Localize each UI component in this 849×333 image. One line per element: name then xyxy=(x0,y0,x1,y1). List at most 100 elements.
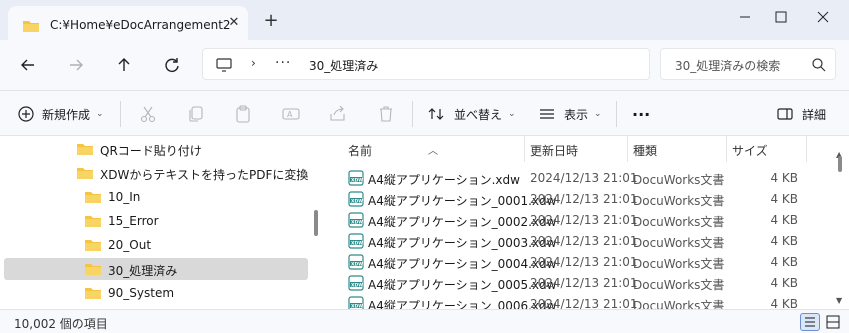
file-row[interactable]: XDW A4縦アプリケーション_0006.xdw 2024/12/13 21:01 D… xyxy=(330,294,830,309)
details-pane-icon xyxy=(777,108,793,120)
up-button[interactable] xyxy=(112,53,136,77)
toolbar-divider xyxy=(412,101,413,127)
file-size: 4 KB xyxy=(770,213,798,227)
column-divider[interactable] xyxy=(726,136,727,162)
file-date: 2024/12/13 21:01 xyxy=(530,255,638,269)
tree-item[interactable]: XDWからテキストを持ったPDFに変換 xyxy=(4,162,308,184)
svg-text:XDW: XDW xyxy=(351,198,363,204)
new-button[interactable]: 新規作成 ⌄ xyxy=(18,103,104,125)
file-date: 2024/12/13 21:01 xyxy=(530,297,638,309)
file-list-scrollbar[interactable]: ▲ ▼ xyxy=(832,136,849,309)
search-placeholder: 30_処理済みの検索 xyxy=(675,59,781,73)
file-row[interactable]: XDW A4縦アプリケーション_0005.xdw 2024/12/13 21:01 D… xyxy=(330,273,830,294)
folder-icon xyxy=(84,237,102,256)
file-size: 4 KB xyxy=(770,255,798,269)
command-bar: 新規作成 ⌄ A 並べ替え ⌄ 表示 ⌄ ··· 詳細 xyxy=(0,90,849,136)
tree-item-label: 90_System xyxy=(108,286,175,300)
tree-item-label: 15_Error xyxy=(108,214,159,228)
xdw-file-icon: XDW xyxy=(348,191,364,210)
scroll-down-icon[interactable]: ▼ xyxy=(836,296,842,305)
file-name: A4縦アプリケーション_0005.xdw xyxy=(368,278,557,292)
tiles-view-button[interactable] xyxy=(824,313,844,331)
close-window-button[interactable] xyxy=(804,6,842,28)
tree-item-label: XDWからテキストを持ったPDFに変換 xyxy=(100,168,309,182)
column-divider[interactable] xyxy=(627,136,628,162)
file-type: DocuWorks文書 xyxy=(633,299,725,309)
search-input[interactable]: 30_処理済みの検索 xyxy=(660,48,836,80)
address-bar[interactable]: › ··· 30_処理済み xyxy=(202,48,650,80)
toolbar-divider xyxy=(120,101,121,127)
tree-item[interactable]: QRコード貼り付け xyxy=(4,138,308,160)
copy-icon[interactable] xyxy=(186,104,206,124)
minimize-button[interactable] xyxy=(726,6,764,28)
sort-icon xyxy=(428,108,444,120)
file-type: DocuWorks文書 xyxy=(633,257,725,271)
svg-text:XDW: XDW xyxy=(351,177,363,183)
file-type: DocuWorks文書 xyxy=(633,194,725,208)
file-name: A4縦アプリケーション_0006.xdw xyxy=(368,299,557,309)
tree-item[interactable]: 10_In xyxy=(4,186,308,208)
view-button[interactable]: 表示 ⌄ xyxy=(538,103,602,125)
navigation-scrollbar[interactable] xyxy=(314,210,318,236)
breadcrumb-chevron[interactable]: › xyxy=(251,56,256,70)
file-type: DocuWorks文書 xyxy=(633,278,725,292)
tree-item[interactable]: 90_System xyxy=(4,282,308,304)
file-name: A4縦アプリケーション_0004.xdw xyxy=(368,257,557,271)
column-header-size[interactable]: サイズ xyxy=(732,142,768,159)
navigation-pane: QRコード貼り付け XDWからテキストを持ったPDFに変換 10_In 15_Erro… xyxy=(0,136,312,309)
file-name: A4縦アプリケーション_0001.xdw xyxy=(368,194,557,208)
back-button[interactable] xyxy=(16,53,40,77)
details-view-button[interactable] xyxy=(800,313,820,331)
file-row[interactable]: XDW A4縦アプリケーション_0003.xdw 2024/12/13 21:01 D… xyxy=(330,231,830,252)
tree-item[interactable]: 15_Error xyxy=(4,210,308,232)
sort-indicator: ︿ xyxy=(428,146,438,157)
file-row[interactable]: XDW A4縦アプリケーション.xdw 2024/12/13 21:01 DocuWo… xyxy=(330,168,830,189)
file-name: A4縦アプリケーション_0003.xdw xyxy=(368,236,557,250)
cut-icon[interactable] xyxy=(138,104,158,124)
sort-button[interactable]: 並べ替え ⌄ xyxy=(428,103,516,125)
breadcrumb-current[interactable]: 30_処理済み xyxy=(309,57,378,74)
file-date: 2024/12/13 21:01 xyxy=(530,276,638,290)
more-options-button[interactable]: ··· xyxy=(632,103,650,125)
list-view-icon xyxy=(540,109,554,119)
new-tab-button[interactable]: + xyxy=(262,12,280,30)
svg-text:XDW: XDW xyxy=(351,261,363,267)
svg-text:XDW: XDW xyxy=(351,282,363,288)
file-size: 4 KB xyxy=(770,171,798,185)
file-size: 4 KB xyxy=(770,192,798,206)
file-row[interactable]: XDW A4縦アプリケーション_0002.xdw 2024/12/13 21:01 D… xyxy=(330,210,830,231)
tree-item[interactable]: 20_Out xyxy=(4,234,308,256)
file-size: 4 KB xyxy=(770,297,798,309)
arrow-up-icon xyxy=(118,58,130,71)
column-header-name[interactable]: 名前 xyxy=(348,142,372,159)
folder-icon xyxy=(22,18,40,37)
maximize-button[interactable] xyxy=(762,6,800,28)
column-divider[interactable] xyxy=(806,136,807,162)
file-date: 2024/12/13 21:01 xyxy=(530,213,638,227)
folder-icon xyxy=(84,261,102,280)
scroll-thumb[interactable] xyxy=(838,156,842,172)
file-row[interactable]: XDW A4縦アプリケーション_0001.xdw 2024/12/13 21:01 D… xyxy=(330,189,830,210)
column-header-date[interactable]: 更新日時 xyxy=(530,142,578,159)
file-name: A4縦アプリケーション.xdw xyxy=(368,173,520,187)
toolbar-divider xyxy=(616,101,617,127)
refresh-button[interactable] xyxy=(160,53,184,77)
search-icon xyxy=(811,57,827,76)
close-tab-icon[interactable]: ✕ xyxy=(226,15,242,31)
tree-item[interactable]: 30_処理済み xyxy=(4,258,308,280)
details-pane-button[interactable]: 詳細 xyxy=(776,103,826,125)
column-header-type[interactable]: 種類 xyxy=(633,142,657,159)
delete-icon[interactable] xyxy=(376,104,396,124)
tiles-view-icon xyxy=(826,315,840,329)
file-row[interactable]: XDW A4縦アプリケーション_0004.xdw 2024/12/13 21:01 D… xyxy=(330,252,830,273)
rename-icon[interactable]: A xyxy=(281,104,301,124)
breadcrumb-overflow[interactable]: ··· xyxy=(275,55,291,71)
folder-icon xyxy=(84,213,102,232)
details-view-icon xyxy=(805,317,815,327)
column-divider[interactable] xyxy=(524,136,525,162)
share-icon[interactable] xyxy=(328,104,348,124)
file-date: 2024/12/13 21:01 xyxy=(530,171,638,185)
paste-icon[interactable] xyxy=(233,104,253,124)
column-header-row: ︿ 名前 更新日時 種類 サイズ xyxy=(330,136,830,162)
forward-button[interactable] xyxy=(64,53,88,77)
